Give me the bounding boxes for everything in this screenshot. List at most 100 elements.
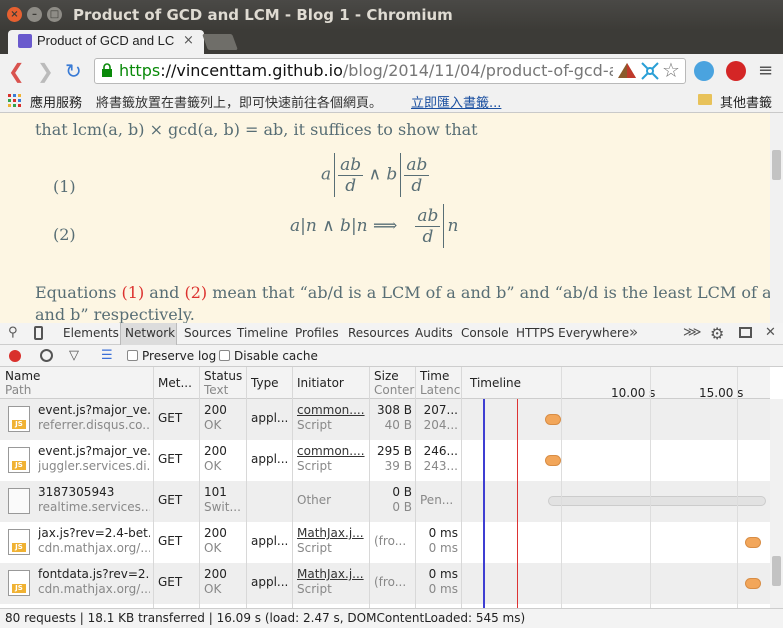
new-tab-button[interactable] — [202, 34, 238, 50]
back-button[interactable]: ❮ — [8, 60, 25, 82]
network-summary: 80 requests | 18.1 KB transferred | 16.0… — [5, 611, 526, 625]
request-status-text: Swit... — [204, 500, 241, 514]
request-method: GET — [158, 411, 183, 425]
table-row[interactable]: 3187305943 realtime.services.... GET 101 Swi… — [0, 481, 770, 522]
disable-cache-label: Disable cache — [234, 349, 318, 363]
eqref-1-link[interactable]: (1) — [122, 283, 145, 302]
equation-2: a|n ∧ b|n ⟹ ab d n — [290, 204, 458, 248]
timeline-bar — [745, 578, 761, 589]
request-time: 207... — [423, 403, 458, 417]
request-time: Pen... — [420, 493, 454, 507]
timeline-gridline — [737, 367, 738, 608]
request-size: (fro... — [374, 575, 407, 589]
window-minimize-button[interactable]: – — [27, 7, 42, 22]
extension-blue-icon[interactable] — [694, 61, 714, 81]
url-path: /blog/2014/11/04/product-of-gcd-and-lcm — [342, 61, 613, 80]
preserve-log-checkbox[interactable] — [127, 350, 138, 361]
tab-close-icon[interactable]: × — [183, 33, 194, 48]
filter-icon[interactable]: ▽ — [69, 348, 79, 363]
extension-pyramid-icon[interactable] — [617, 61, 637, 81]
request-content-size: 40 B — [384, 418, 412, 432]
table-row[interactable]: JS event.js?major_ve... juggler.services.d… — [0, 440, 770, 481]
col-text-header: Text — [204, 383, 229, 397]
menu-icon[interactable]: ≡ — [758, 60, 773, 81]
tab-audits[interactable]: Audits — [415, 326, 453, 340]
window-close-button[interactable]: × — [7, 7, 22, 22]
request-path: juggler.services.di... — [38, 459, 150, 473]
page-scrollbar[interactable] — [770, 113, 783, 323]
col-timeline-header[interactable]: Timeline — [470, 376, 521, 390]
eq2-fraction: ab d — [415, 205, 441, 247]
table-row[interactable]: JS jax.js?rev=2.4-bet... cdn.mathjax.org/.… — [0, 522, 770, 563]
js-file-icon: JS — [8, 570, 30, 596]
tab-resources[interactable]: Resources — [348, 326, 409, 340]
large-rows-icon[interactable]: ☰ — [101, 348, 113, 363]
eq1-fraction-2: ab d — [404, 154, 430, 196]
eq2-n: n — [447, 216, 459, 236]
network-scrollbar-thumb[interactable] — [772, 556, 781, 586]
col-content-header: Conter — [374, 383, 415, 397]
forward-button[interactable]: ❯ — [37, 60, 54, 82]
apps-grid-icon[interactable] — [8, 94, 22, 108]
col-divider — [369, 367, 370, 608]
request-initiator: MathJax.j... — [297, 567, 364, 581]
tab-profiles[interactable]: Profiles — [295, 326, 339, 340]
request-path: cdn.mathjax.org/... — [38, 582, 150, 596]
col-size-header[interactable]: Size — [374, 369, 399, 383]
col-initiator-header[interactable]: Initiator — [297, 376, 344, 390]
device-mode-icon[interactable] — [34, 326, 43, 340]
lock-icon — [102, 63, 112, 77]
eq2-lhs: a|n ∧ b|n ⟹ — [290, 216, 398, 236]
close-devtools-icon[interactable]: ✕ — [765, 325, 776, 340]
request-type: appl... — [251, 452, 289, 466]
other-bookmarks[interactable]: 其他書籤 — [720, 92, 772, 111]
tab-network[interactable]: Network — [125, 326, 175, 340]
request-time: 0 ms — [428, 526, 458, 540]
request-status: 200 — [204, 403, 227, 417]
col-method-header[interactable]: Met... — [158, 376, 192, 390]
load-event-marker — [517, 399, 518, 608]
eqref-2-link[interactable]: (2) — [184, 283, 207, 302]
inspect-icon[interactable]: ⚲ — [8, 325, 18, 340]
window-maximize-button[interactable]: □ — [47, 7, 62, 22]
timeline-bar — [545, 455, 561, 466]
gear-icon[interactable]: ⚙ — [710, 324, 724, 343]
request-name: fontdata.js?rev=2... — [38, 567, 150, 581]
col-type-header[interactable]: Type — [251, 376, 279, 390]
col-divider — [153, 367, 154, 608]
more-tabs-button[interactable]: » — [629, 323, 638, 341]
clear-icon[interactable] — [40, 349, 53, 362]
request-initiator: common.... — [297, 403, 365, 417]
page-scrollbar-thumb[interactable] — [772, 150, 781, 180]
bookmark-star-icon[interactable]: ☆ — [662, 58, 680, 82]
col-latency-header: Latenc — [420, 383, 461, 397]
reload-button[interactable]: ↻ — [65, 60, 82, 82]
table-row[interactable]: JS event.js?major_ve... referrer.disqus.co… — [0, 399, 770, 440]
tab-https-everywhere[interactable]: HTTPS Everywhere — [516, 326, 629, 340]
bookmarks-hint: 將書籤放置在書籤列上，即可快速前往各個網頁。 — [96, 96, 383, 111]
extension-molecule-icon[interactable] — [640, 61, 660, 81]
url-text[interactable]: https://vincenttam.github.io/blog/2014/1… — [119, 61, 613, 80]
col-name-header[interactable]: Name — [5, 369, 40, 383]
apps-link[interactable]: 應用服務 — [30, 92, 82, 111]
tab-sources[interactable]: Sources — [184, 326, 231, 340]
record-icon[interactable] — [9, 350, 21, 362]
table-row[interactable]: JS fontdata.js?rev=2... cdn.mathjax.org/..… — [0, 563, 770, 604]
tab-elements[interactable]: Elements — [63, 326, 119, 340]
request-name: 3187305943 — [38, 485, 115, 499]
import-bookmarks-link[interactable]: 立即匯入書籤... — [411, 92, 501, 111]
console-drawer-icon[interactable]: ⋙ — [683, 325, 702, 340]
request-status: 200 — [204, 567, 227, 581]
dock-side-icon[interactable] — [739, 327, 752, 338]
request-status-text: OK — [204, 541, 222, 555]
col-status-header[interactable]: Status — [204, 369, 242, 383]
text-line-1: that lcm(a, b) × gcd(a, b) = ab, it suff… — [35, 120, 478, 139]
document-icon — [8, 488, 30, 514]
col-time-header[interactable]: Time — [420, 369, 449, 383]
request-initiator: common.... — [297, 444, 365, 458]
disable-cache-checkbox[interactable] — [219, 350, 230, 361]
tab-console[interactable]: Console — [461, 326, 509, 340]
tab-timeline[interactable]: Timeline — [237, 326, 288, 340]
paragraph-last-line: and b” respectively. — [35, 305, 195, 323]
extension-stop-icon[interactable] — [726, 61, 746, 81]
